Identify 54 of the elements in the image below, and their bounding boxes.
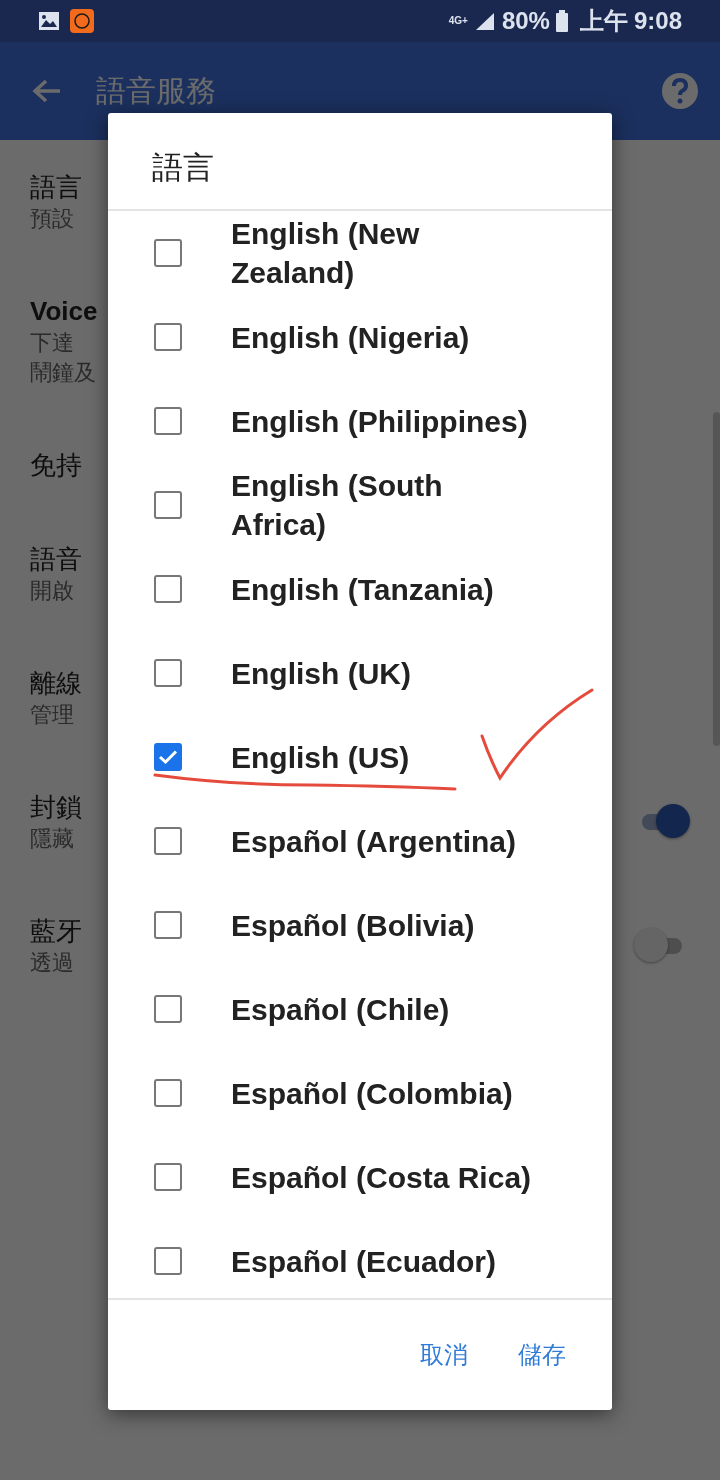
checkbox[interactable] (154, 743, 182, 771)
setting-title[interactable]: 離線 (30, 666, 82, 700)
language-option[interactable]: Español (Argentina) (231, 821, 539, 861)
time-period: 上午 (579, 6, 628, 36)
language-option[interactable]: Español (Colombia) (231, 1073, 539, 1113)
checkbox[interactable] (154, 659, 182, 687)
checkbox[interactable] (154, 1247, 182, 1275)
check-icon (158, 749, 178, 765)
language-option[interactable]: English (US) (231, 737, 539, 777)
dialog-button[interactable]: 取消 (406, 1329, 482, 1381)
network-type: 4G+ (448, 16, 468, 26)
toolbar-title: 語音服務 (96, 72, 217, 109)
app-icon (70, 9, 94, 33)
gallery-icon (38, 11, 60, 31)
checkbox[interactable] (154, 995, 182, 1023)
setting-title[interactable]: 語音 (30, 542, 82, 576)
setting-description: 管理 (30, 701, 74, 729)
battery-icon (555, 10, 568, 32)
language-option[interactable]: English (Tanzania) (231, 569, 539, 609)
language-option[interactable]: Español (Chile) (231, 989, 539, 1029)
checkbox[interactable] (154, 1079, 182, 1107)
language-option[interactable]: English (UK) (231, 653, 539, 693)
setting-description: 鬧鐘及 (30, 359, 96, 387)
language-option[interactable]: English (New Zealand) (231, 214, 539, 292)
dialog-button[interactable]: 儲存 (504, 1329, 580, 1381)
clock: 9:08 (633, 7, 682, 35)
dialog-title: 語言 (152, 150, 214, 185)
checkbox[interactable] (154, 323, 182, 351)
language-option[interactable]: Español (Bolivia) (231, 905, 539, 945)
checkbox[interactable] (154, 575, 182, 603)
checkbox[interactable] (154, 911, 182, 939)
setting-title[interactable]: 藍牙 (30, 914, 82, 948)
checkbox[interactable] (154, 491, 182, 519)
setting-description: 隱藏 (30, 825, 74, 853)
language-option[interactable]: English (Philippines) (231, 401, 539, 441)
back-icon[interactable] (32, 78, 62, 104)
setting-title[interactable]: 語言 (30, 170, 82, 204)
battery-percent: 80% (501, 7, 550, 35)
language-option[interactable]: English (Nigeria) (231, 317, 539, 357)
setting-title[interactable]: 免持 (30, 448, 82, 482)
checkbox[interactable] (154, 239, 182, 267)
setting-title[interactable]: 封鎖 (30, 790, 82, 824)
setting-title[interactable]: Voice (30, 294, 98, 328)
language-option[interactable]: English (South Africa) (231, 466, 539, 544)
setting-description: 下達 (30, 329, 74, 357)
checkbox[interactable] (154, 827, 182, 855)
setting-description: 開啟 (30, 577, 74, 605)
checkbox[interactable] (154, 407, 182, 435)
help-icon[interactable] (662, 73, 698, 109)
language-option[interactable]: Español (Costa Rica) (231, 1157, 539, 1197)
language-option[interactable]: Español (Ecuador) (231, 1241, 539, 1281)
setting-description: 透過 (30, 949, 74, 977)
checkbox[interactable] (154, 1163, 182, 1191)
setting-description: 預設 (30, 205, 74, 233)
